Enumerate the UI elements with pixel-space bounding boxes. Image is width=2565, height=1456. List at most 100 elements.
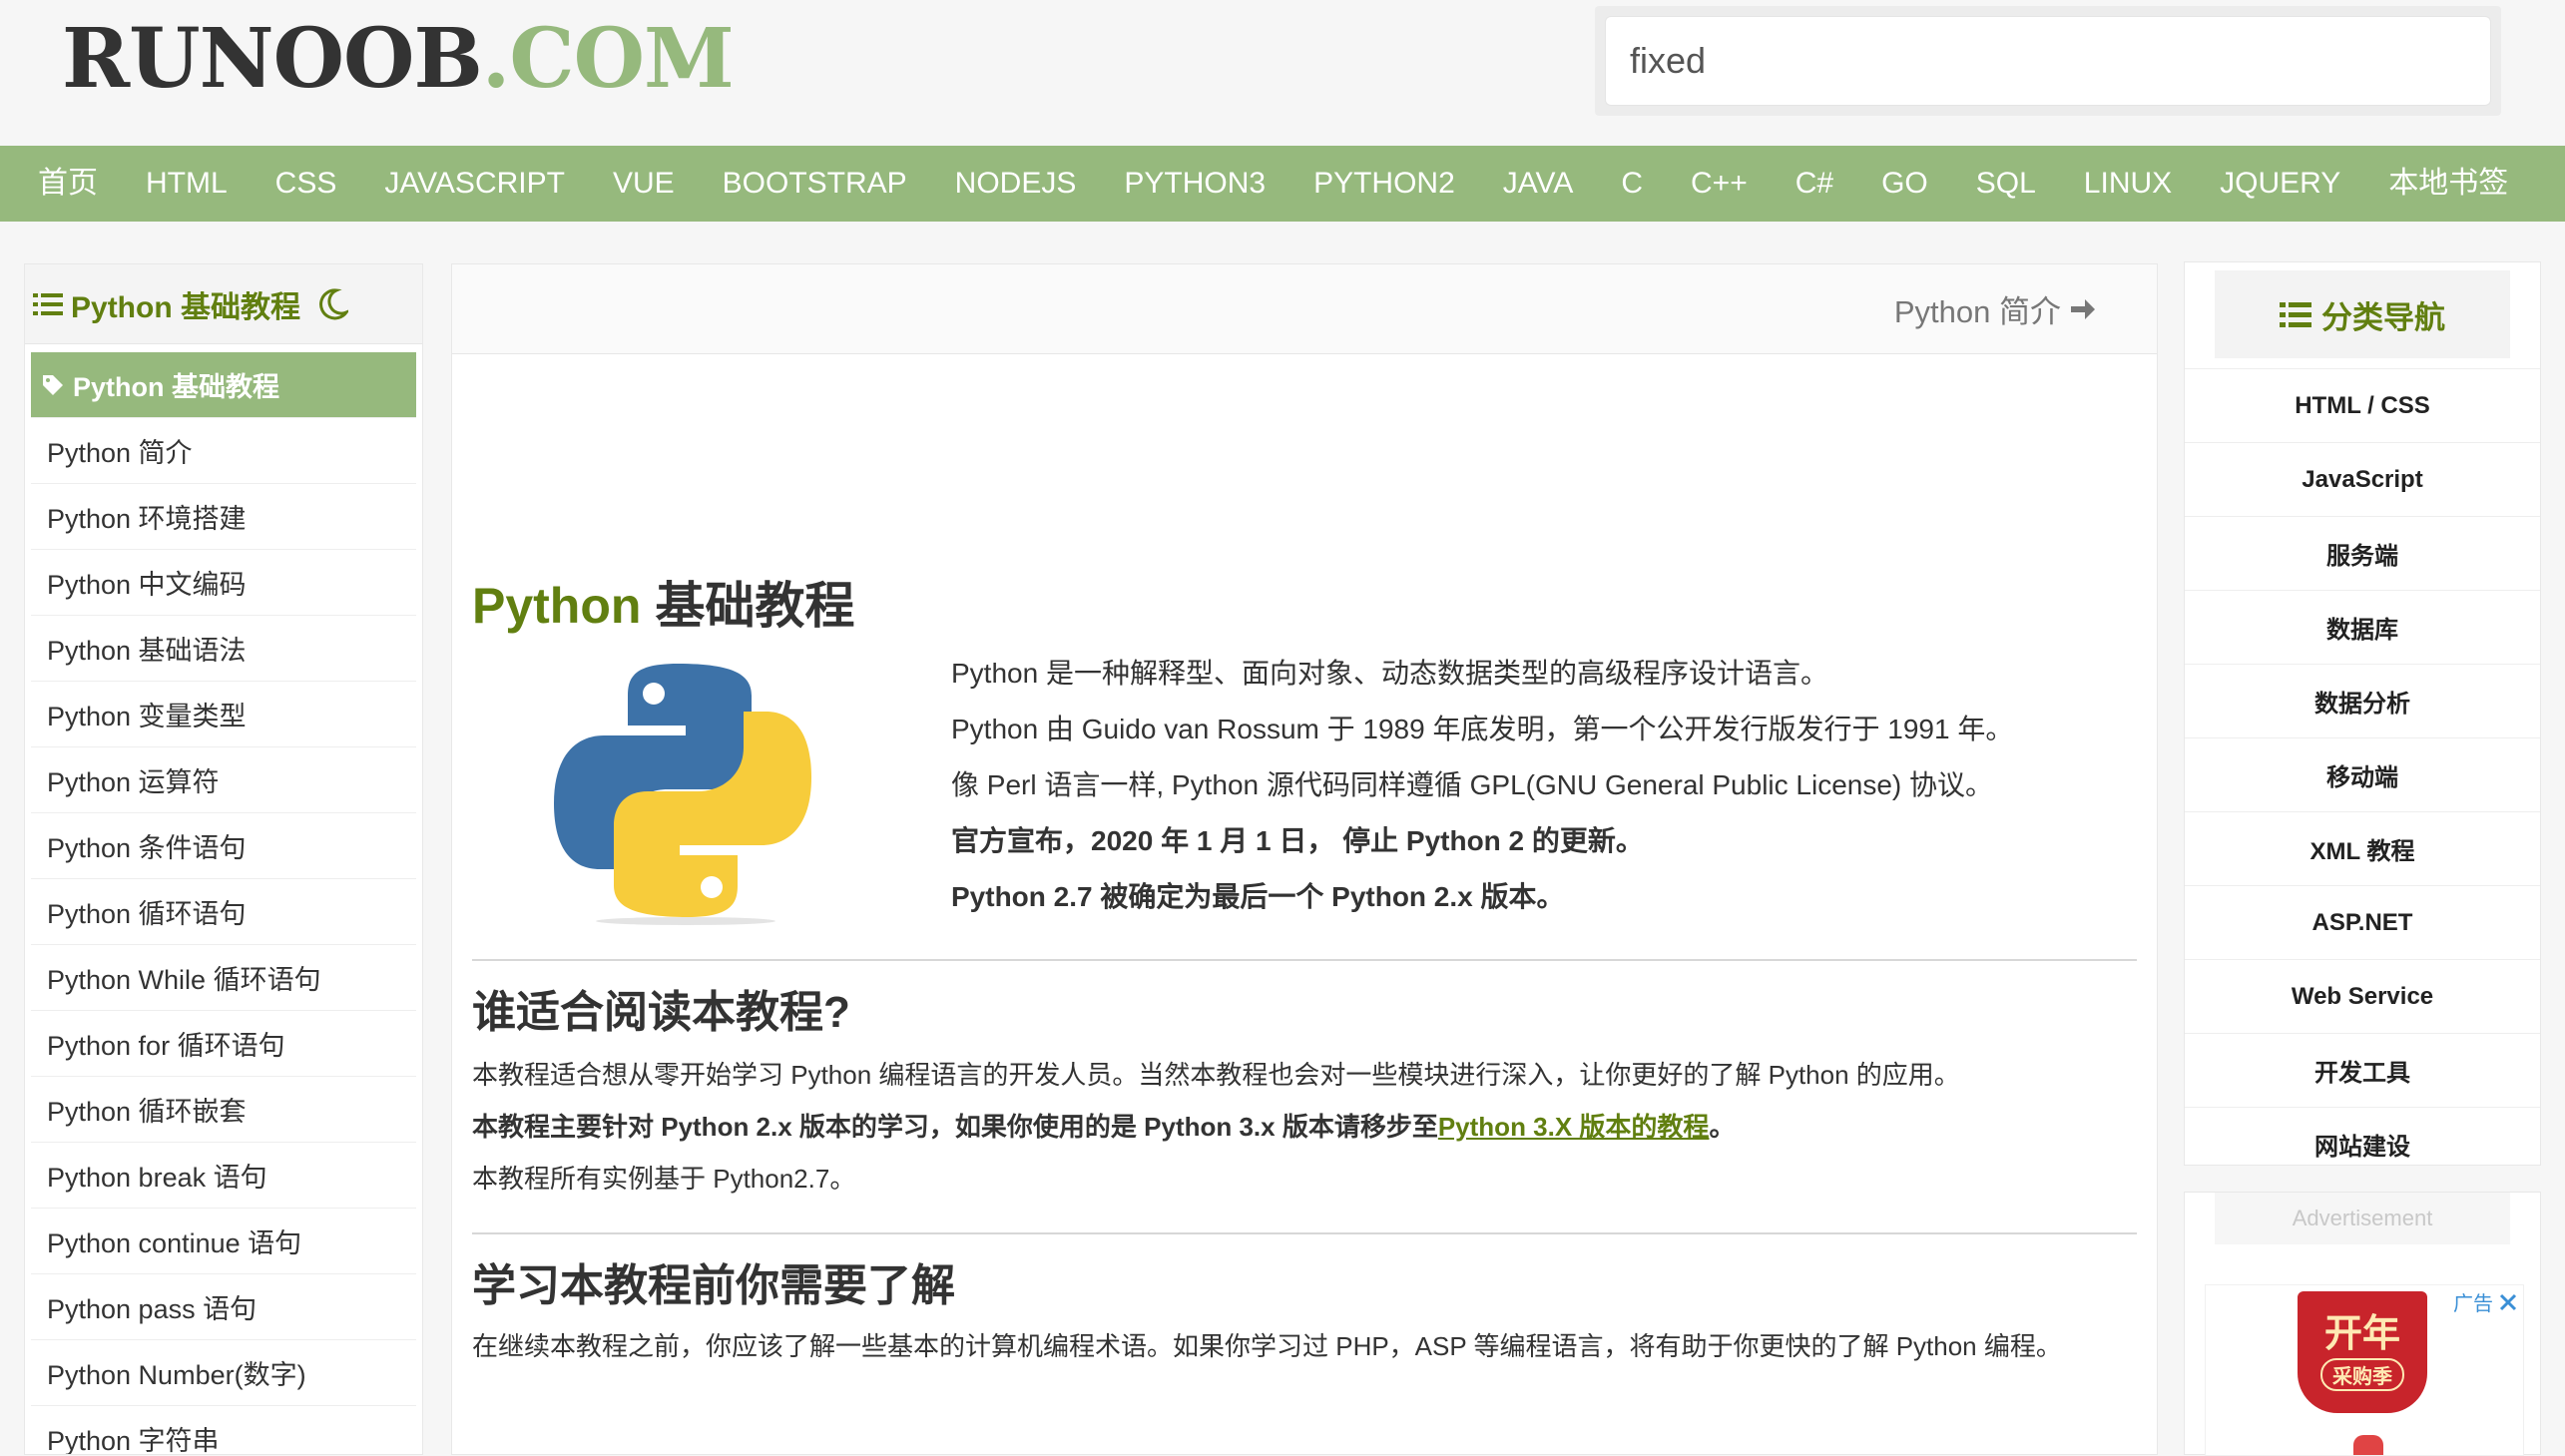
next-page-label: Python 简介 <box>1893 294 2061 329</box>
ad-tag[interactable]: 广告 <box>2453 1287 2517 1316</box>
nav-item[interactable]: 本地书签 <box>2388 146 2508 222</box>
intro-line-bold: Python 2.7 被确定为最后一个 Python 2.x 版本。 <box>951 881 1565 912</box>
logo-text-main: RUNOOB <box>62 11 483 107</box>
sidebar-item[interactable]: Python 条件语句 <box>31 813 416 879</box>
close-icon[interactable] <box>2499 1293 2517 1311</box>
site-logo[interactable]: RUNOOB.COM <box>62 11 735 107</box>
advertisement-box: Advertisement 广告 开年 采购季 <box>2184 1192 2541 1456</box>
sidebar-item[interactable]: Python 基础语法 <box>31 616 416 682</box>
intro-line: Python 是一种解释型、面向对象、动态数据类型的高级程序设计语言。 <box>951 658 1828 689</box>
intro-line-bold: 官方宣布，2020 年 1 月 1 日， 停止 Python 2 的更新。 <box>951 825 1644 856</box>
nav-item[interactable]: GO <box>1881 146 1928 222</box>
sidebar-item[interactable]: Python 环境搭建 <box>31 484 416 550</box>
nav-item[interactable]: SQL <box>1976 146 2036 222</box>
page-title-rest: 基础教程 <box>641 578 855 634</box>
audience-p2-end: 。 <box>1709 1112 1736 1142</box>
nav-item[interactable]: PYTHON2 <box>1313 146 1455 222</box>
prerequisites-paragraph: 在继续本教程之前，你应该了解一些基本的计算机编程术语。如果你学习过 PHP，AS… <box>472 1331 2062 1361</box>
next-page-link[interactable]: Python 简介 <box>1894 286 2097 331</box>
sidebar-item[interactable]: Python 循环语句 <box>31 879 416 945</box>
category-item[interactable]: 移动端 <box>2185 737 2540 811</box>
page-title-python: Python <box>472 578 642 634</box>
sidebar-item[interactable]: Python 运算符 <box>31 747 416 813</box>
sidebar-item[interactable]: Python 中文编码 <box>31 550 416 616</box>
category-item[interactable]: HTML / CSS <box>2185 368 2540 442</box>
sidebar-item[interactable]: Python 简介 <box>31 418 416 484</box>
nav-item[interactable]: C++ <box>1691 146 1748 222</box>
category-item[interactable]: 开发工具 <box>2185 1033 2540 1107</box>
page-title: Python 基础教程 <box>472 576 2137 636</box>
nav-item[interactable]: JAVA <box>1503 146 1574 222</box>
nav-item[interactable]: JAVASCRIPT <box>384 146 565 222</box>
intro-line: 像 Perl 语言一样, Python 源代码同样遵循 GPL(GNU Gene… <box>951 769 1994 800</box>
python3-tutorial-link[interactable]: Python 3.X 版本的教程 <box>1438 1112 1710 1142</box>
sidebar-item-active-label: Python 基础教程 <box>73 372 279 402</box>
divider <box>472 1232 2137 1234</box>
right-sidebar: 分类导航 HTML / CSS JavaScript 服务端 数据库 数据分析 移动端 XM… <box>2184 261 2541 1166</box>
ad-banner[interactable]: 广告 开年 采购季 <box>2205 1284 2524 1456</box>
nav-item[interactable]: PYTHON3 <box>1124 146 1266 222</box>
nav-item[interactable]: NODEJS <box>955 146 1077 222</box>
search-box <box>1595 6 2501 116</box>
nav-item[interactable]: JQUERY <box>2220 146 2340 222</box>
audience-p2-text: 本教程主要针对 Python 2.x 版本的学习，如果你使用的是 Python … <box>472 1112 1438 1142</box>
ad-badge-image: 开年 采购季 <box>2298 1291 2427 1413</box>
audience-paragraph-3: 本教程所有实例基于 Python2.7。 <box>472 1164 856 1194</box>
nav-item[interactable]: C <box>1621 146 1643 222</box>
nav-item[interactable]: VUE <box>613 146 675 222</box>
sidebar-item[interactable]: Python While 循环语句 <box>31 945 416 1011</box>
category-item[interactable]: 网站建设 <box>2185 1107 2540 1181</box>
section-heading-audience: 谁适合阅读本教程? <box>472 988 850 1037</box>
category-item[interactable]: 数据分析 <box>2185 664 2540 737</box>
category-item[interactable]: 数据库 <box>2185 590 2540 664</box>
header: RUNOOB.COM <box>0 0 2565 146</box>
left-sidebar: Python 基础教程 Python 基础教程 Python 简介 Python … <box>24 263 423 1455</box>
list-icon <box>2280 302 2311 327</box>
nav-item[interactable]: LINUX <box>2084 146 2172 222</box>
sidebar-item-active[interactable]: Python 基础教程 <box>31 352 416 418</box>
moon-icon[interactable] <box>318 287 348 320</box>
ad-badge-line2: 采购季 <box>2320 1357 2404 1391</box>
category-item[interactable]: 服务端 <box>2185 516 2540 590</box>
arrow-right-icon <box>2071 298 2095 319</box>
logo-text-domain: .COM <box>481 11 735 107</box>
left-sidebar-list: Python 基础教程 Python 简介 Python 环境搭建 Python 中… <box>25 352 422 1454</box>
nav-item[interactable]: HTML <box>146 146 228 222</box>
ad-tag-label: 广告 <box>2453 1293 2493 1315</box>
ad-decoration <box>2353 1435 2383 1455</box>
sidebar-item[interactable]: Python 循环嵌套 <box>31 1077 416 1143</box>
sidebar-item[interactable]: Python 字符串 <box>31 1406 416 1454</box>
category-nav-header: 分类导航 <box>2215 270 2510 358</box>
category-item[interactable]: Web Service <box>2185 959 2540 1033</box>
intro-line: Python 由 Guido van Rossum 于 1989 年底发明，第一… <box>951 714 2014 744</box>
category-nav-list: HTML / CSS JavaScript 服务端 数据库 数据分析 移动端 XML 教程 A… <box>2185 368 2540 1181</box>
category-item[interactable]: JavaScript <box>2185 442 2540 516</box>
article-nav-bar: Python 简介 <box>452 264 2157 354</box>
audience-paragraph-2: 本教程主要针对 Python 2.x 版本的学习，如果你使用的是 Python … <box>472 1101 2137 1153</box>
left-sidebar-header: Python 基础教程 <box>25 264 422 344</box>
category-item[interactable]: XML 教程 <box>2185 811 2540 885</box>
section-heading-prerequisites: 学习本教程前你需要了解 <box>472 1261 955 1310</box>
sidebar-item[interactable]: Python 变量类型 <box>31 682 416 747</box>
sidebar-item[interactable]: Python pass 语句 <box>31 1274 416 1340</box>
python-logo-image <box>554 664 811 925</box>
audience-paragraph-1: 本教程适合想从零开始学习 Python 编程语言的开发人员。当然本教程也会对一些… <box>472 1060 1960 1090</box>
sidebar-item[interactable]: Python Number(数字) <box>31 1340 416 1406</box>
intro-text: Python 是一种解释型、面向对象、动态数据类型的高级程序设计语言。 Pytho… <box>951 646 2013 925</box>
category-nav-title: 分类导航 <box>2321 299 2445 335</box>
nav-item[interactable]: CSS <box>275 146 337 222</box>
main-content: Python 简介 Python 基础教程 Python 是一种解释型、面向对象… <box>451 263 2158 1455</box>
nav-item[interactable]: BOOTSTRAP <box>723 146 907 222</box>
advertisement-label: Advertisement <box>2215 1193 2510 1244</box>
search-input[interactable] <box>1605 16 2491 106</box>
sidebar-item[interactable]: Python for 循环语句 <box>31 1011 416 1077</box>
sidebar-item[interactable]: Python continue 语句 <box>31 1209 416 1274</box>
tag-icon <box>43 374 63 395</box>
list-icon <box>33 292 63 315</box>
category-item[interactable]: ASP.NET <box>2185 885 2540 959</box>
nav-item[interactable]: 首页 <box>38 146 98 222</box>
nav-item[interactable]: C# <box>1796 146 1833 222</box>
sidebar-item[interactable]: Python break 语句 <box>31 1143 416 1209</box>
divider <box>472 959 2137 961</box>
main-nav: 首页 HTML CSS JAVASCRIPT VUE BOOTSTRAP NODEJS PYT… <box>0 146 2565 222</box>
